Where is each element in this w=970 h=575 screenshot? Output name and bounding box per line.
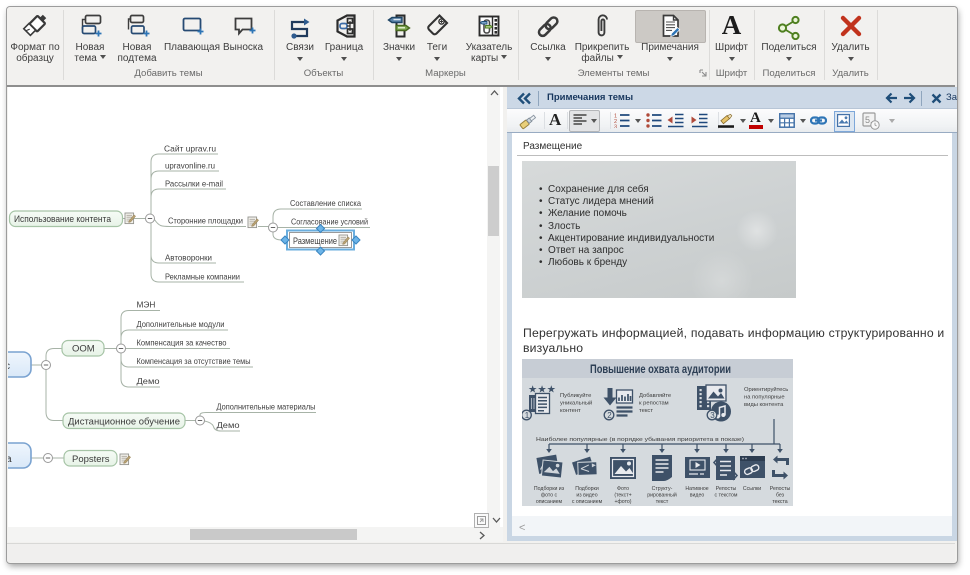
svg-text:+фото): +фото)	[615, 499, 632, 505]
svg-text:с текстом: с текстом	[715, 493, 738, 499]
svg-text:на популярные: на популярные	[744, 395, 785, 401]
svg-text:к репостам: к репостам	[639, 401, 669, 407]
svg-text:фото с: фото с	[541, 493, 558, 499]
svg-text:рированный: рированный	[647, 492, 677, 499]
svg-text:уникальный: уникальный	[560, 400, 592, 407]
svg-text:Добавляйте: Добавляйте	[639, 392, 671, 399]
svg-text:видео: видео	[690, 493, 705, 499]
svg-text:Наиболее популярные (в порядке: Наиболее популярные (в порядке убывания …	[536, 437, 744, 443]
svg-text:контент: контент	[560, 408, 581, 414]
svg-text:3: 3	[614, 124, 617, 128]
svg-text:текст: текст	[639, 408, 653, 414]
svg-text:Дистанционное обучение: Дистанционное обучение	[68, 417, 180, 428]
svg-text:Сторонние площадки: Сторонние площадки	[168, 216, 243, 226]
svg-text:МЭН: МЭН	[137, 300, 156, 310]
svg-text:upravonline.ru: upravonline.ru	[165, 161, 215, 171]
svg-text:Ссылки: Ссылки	[743, 486, 761, 492]
svg-text:Демо: Демо	[137, 376, 160, 386]
svg-text:Рассылки e-mail: Рассылки e-mail	[165, 179, 223, 189]
svg-text:Размещение: Размещение	[293, 236, 337, 247]
svg-text:Публикуйте: Публикуйте	[560, 392, 591, 399]
svg-text:Компенсация за качество: Компенсация за качество	[137, 338, 227, 348]
svg-text:Использование контента: Использование контента	[14, 214, 112, 225]
svg-text:Дополнительные модули: Дополнительные модули	[137, 319, 225, 329]
svg-text:1: 1	[525, 411, 530, 420]
svg-text:с: с	[8, 361, 10, 372]
svg-text:текст: текст	[656, 499, 669, 505]
svg-text:2: 2	[607, 411, 612, 420]
svg-text:Сайт uprav.ru: Сайт uprav.ru	[164, 144, 216, 154]
svg-text:а: а	[8, 454, 12, 465]
svg-text:без: без	[776, 493, 785, 499]
svg-text:Нативное: Нативное	[685, 486, 708, 492]
svg-text:Согласование условий: Согласование условий	[291, 217, 368, 227]
svg-text:описанием: описанием	[536, 499, 563, 505]
svg-text:Popsters: Popsters	[72, 454, 110, 465]
svg-text:Рекламные компании: Рекламные компании	[165, 272, 240, 282]
svg-text:Репосты: Репосты	[716, 486, 737, 492]
svg-text:Подборки из: Подборки из	[534, 486, 565, 492]
svg-text:Репосты: Репосты	[770, 486, 791, 492]
svg-text:Составление списка: Составление списка	[290, 198, 361, 208]
svg-text:Компенсация за отсутствие темы: Компенсация за отсутствие темы	[137, 356, 251, 366]
svg-text:Подборки: Подборки	[575, 486, 599, 492]
svg-text:3: 3	[710, 411, 715, 420]
svg-text:Демо: Демо	[217, 420, 240, 430]
svg-text:Дополнительные материалы: Дополнительные материалы	[217, 402, 316, 412]
svg-text:текста: текста	[772, 499, 787, 505]
svg-text:Фото: Фото	[617, 486, 629, 492]
svg-text:из видео: из видео	[576, 493, 597, 499]
svg-text:Автоворонки: Автоворонки	[165, 253, 212, 263]
svg-text:Повышение охвата аудитории: Повышение охвата аудитории	[590, 362, 731, 376]
svg-text:с описанием: с описанием	[572, 499, 603, 505]
svg-text:Структу-: Структу-	[652, 486, 673, 492]
svg-text:Ориентируйтесь: Ориентируйтесь	[744, 386, 788, 393]
svg-text:(текст+: (текст+	[614, 493, 631, 499]
svg-text:ООМ: ООМ	[72, 344, 95, 355]
svg-text:виды контента: виды контента	[744, 402, 784, 408]
